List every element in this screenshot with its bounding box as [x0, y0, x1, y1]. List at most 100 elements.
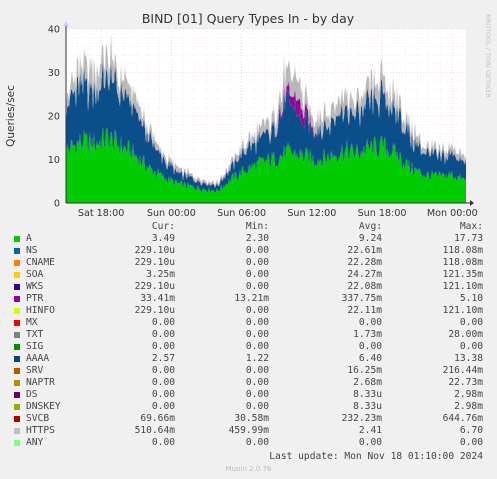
legend-name: SRV — [26, 365, 44, 376]
legend-row-aaaa: AAAA 2.57 1.22 6.40 13.38 — [0, 353, 497, 365]
legend-swatch — [14, 248, 20, 254]
legend-cur: 229.10u — [134, 305, 175, 316]
legend-swatch — [14, 392, 20, 398]
legend-max: 13.38 — [454, 353, 483, 364]
legend-min: 0.00 — [245, 377, 269, 388]
legend-col-avg: Avg: — [358, 221, 382, 232]
legend-swatch — [14, 416, 20, 422]
x-tick-label: Sun 00:00 — [147, 208, 196, 219]
legend-min: 0.00 — [245, 329, 269, 340]
legend-row-ds: DS 0.00 0.00 8.33u 2.98m — [0, 389, 497, 401]
legend-min: 30.58m — [234, 413, 269, 424]
legend-rows: A 3.49 2.30 9.24 17.73 NS 229.10u 0.00 22.61m 118… — [0, 233, 497, 449]
watermark-text: RRDTOOL / TOBI OETIKER — [484, 14, 492, 98]
legend-avg: 0.00 — [358, 437, 382, 448]
legend-swatch — [14, 356, 20, 362]
legend-max: 5.10 — [459, 293, 483, 304]
legend-name: TXT — [26, 329, 44, 340]
legend-row-txt: TXT 0.00 0.00 1.73m 28.00m — [0, 329, 497, 341]
legend-avg: 22.08m — [347, 281, 382, 292]
legend-name: SOA — [26, 269, 44, 280]
legend-name: NAPTR — [26, 377, 55, 388]
legend-min: 0.00 — [245, 341, 269, 352]
legend-cur: 510.64m — [134, 425, 175, 436]
legend-swatch — [14, 344, 20, 350]
y-tick-label: 10 — [48, 155, 60, 166]
legend-avg: 0.00 — [358, 317, 382, 328]
legend-row-naptr: NAPTR 0.00 0.00 2.68m 22.73m — [0, 377, 497, 389]
legend-row-wks: WKS 229.10u 0.00 22.08m 121.10m — [0, 281, 497, 293]
legend-name: ANY — [26, 437, 44, 448]
chart-title: BIND [01] Query Types In - by day — [142, 11, 355, 26]
legend-swatch — [14, 236, 20, 242]
legend-swatch — [14, 308, 20, 314]
legend-swatch — [14, 368, 20, 374]
legend-cur: 0.00 — [151, 389, 175, 400]
x-tick-label: Sat 18:00 — [78, 208, 124, 219]
y-axis-arrow — [63, 21, 69, 26]
legend-swatch — [14, 428, 20, 434]
legend-max: 0.00 — [459, 437, 483, 448]
legend-avg: 232.23m — [341, 413, 382, 424]
legend-name: HINFO — [26, 305, 55, 316]
x-tick-label: Mon 00:00 — [427, 208, 478, 219]
legend-name: DS — [26, 389, 38, 400]
legend-row-sig: SIG 0.00 0.00 0.00 0.00 — [0, 341, 497, 353]
legend-row-any: ANY 0.00 0.00 0.00 0.00 — [0, 437, 497, 449]
legend-max: 121.10m — [442, 305, 483, 316]
legend-row-svcb: SVCB 69.66m 30.58m 232.23m 644.76m — [0, 413, 497, 425]
legend-row-ns: NS 229.10u 0.00 22.61m 118.08m — [0, 245, 497, 257]
legend-name: SIG — [26, 341, 44, 352]
legend-max: 121.10m — [442, 281, 483, 292]
x-tick-label: Sun 18:00 — [358, 208, 407, 219]
legend-max: 118.08m — [442, 257, 483, 268]
legend-avg: 0.00 — [358, 341, 382, 352]
legend-swatch — [14, 404, 20, 410]
legend-min: 0.00 — [245, 269, 269, 280]
legend-max: 22.73m — [448, 377, 483, 388]
chart-area: 0 10 20 30 40 Sat 18:00 Sun 00:00 Sun 06:00 Sun… — [5, 11, 492, 219]
y-tick-label: 30 — [48, 68, 60, 79]
legend-avg: 2.41 — [358, 425, 382, 436]
legend-row-https: HTTPS 510.64m 459.99m 2.41 6.70 — [0, 425, 497, 437]
legend-row-srv: SRV 0.00 0.00 16.25m 216.44m — [0, 365, 497, 377]
legend-swatch — [14, 296, 20, 302]
legend-max: 118.08m — [442, 245, 483, 256]
legend-cur: 0.00 — [151, 437, 175, 448]
legend-cur: 2.57 — [151, 353, 175, 364]
legend-min: 0.00 — [245, 245, 269, 256]
legend-cur: 0.00 — [151, 341, 175, 352]
legend-max: 0.00 — [459, 317, 483, 328]
legend-cur: 229.10u — [134, 245, 175, 256]
legend-name: A — [26, 233, 32, 244]
legend-avg: 8.33u — [353, 401, 382, 412]
legend-min: 0.00 — [245, 365, 269, 376]
legend-cur: 3.25m — [146, 269, 175, 280]
legend-header: Cur: Min: Avg: Max: — [0, 221, 497, 233]
legend-cur: 0.00 — [151, 401, 175, 412]
legend-max: 0.00 — [459, 341, 483, 352]
legend-max: 216.44m — [442, 365, 483, 376]
legend-name: PTR — [26, 293, 44, 304]
legend-min: 1.22 — [245, 353, 269, 364]
legend-col-min: Min: — [245, 221, 269, 232]
legend-name: SVCB — [26, 413, 50, 424]
legend-min: 0.00 — [245, 437, 269, 448]
x-tick-labels: Sat 18:00 Sun 00:00 Sun 06:00 Sun 12:00 Sun … — [78, 208, 478, 219]
legend-swatch — [14, 440, 20, 446]
legend-col-max: Max: — [459, 221, 483, 232]
legend-row-mx: MX 0.00 0.00 0.00 0.00 — [0, 317, 497, 329]
last-update: Last update: Mon Nov 18 01:10:00 2024 — [269, 451, 483, 462]
legend-avg: 6.40 — [358, 353, 382, 364]
y-tick-label: 40 — [48, 25, 60, 36]
x-axis-arrow — [470, 200, 474, 206]
legend-avg: 22.11m — [347, 305, 382, 316]
legend-avg: 8.33u — [353, 389, 382, 400]
legend-avg: 22.28m — [347, 257, 382, 268]
legend-row-soa: SOA 3.25m 0.00 24.27m 121.35m — [0, 269, 497, 281]
legend-min: 0.00 — [245, 401, 269, 412]
legend-avg: 22.61m — [347, 245, 382, 256]
legend-avg: 16.25m — [347, 365, 382, 376]
legend-swatch — [14, 380, 20, 386]
legend-swatch — [14, 272, 20, 278]
